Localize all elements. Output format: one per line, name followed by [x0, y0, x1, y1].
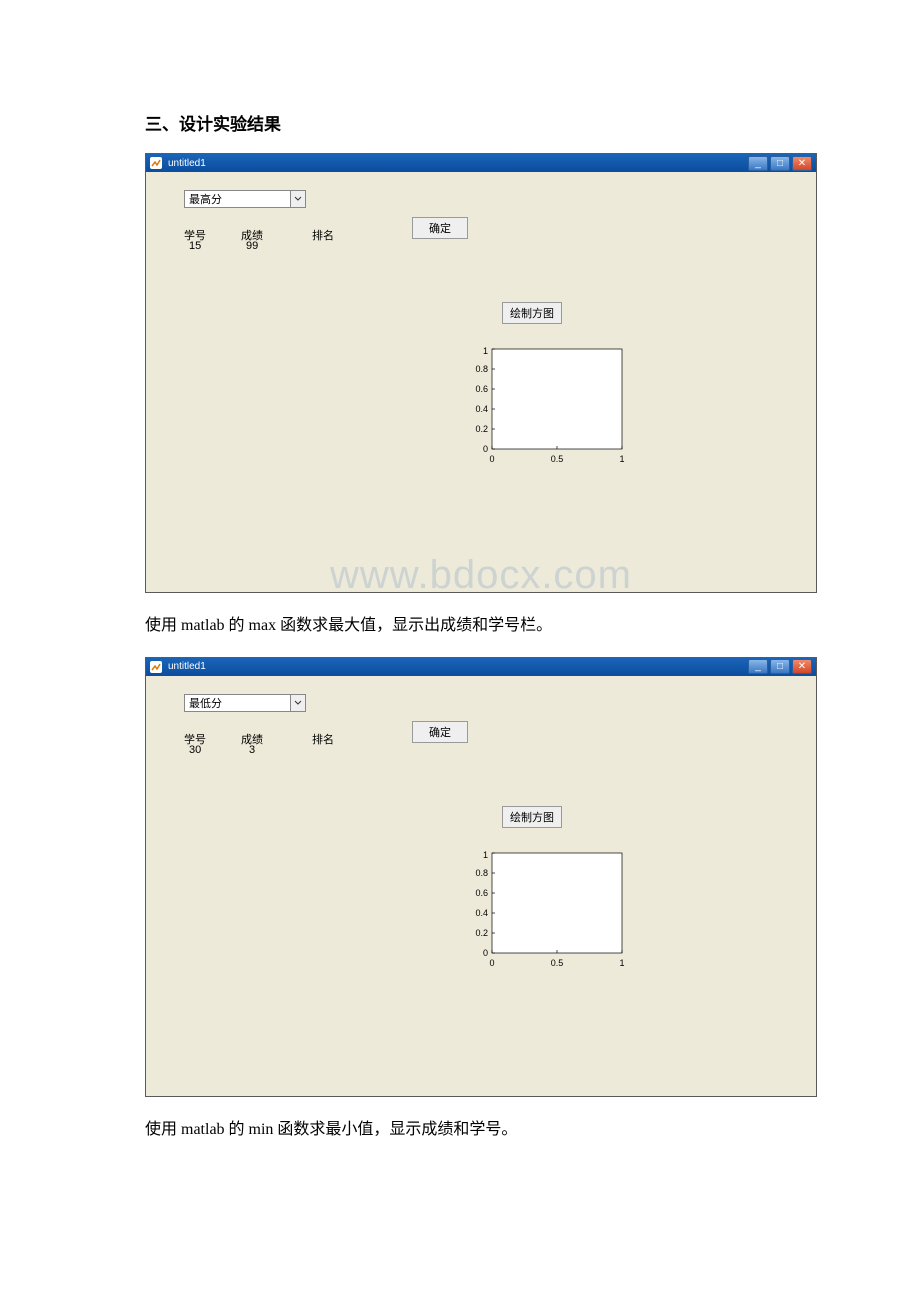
stat-select-dropdown[interactable]: 最高分 — [184, 190, 306, 208]
svg-text:1: 1 — [619, 454, 624, 464]
svg-text:1: 1 — [483, 346, 488, 356]
svg-text:1: 1 — [483, 850, 488, 860]
dropdown-value: 最高分 — [189, 191, 222, 207]
titlebar: untitled1 _ □ ✕ — [146, 658, 816, 676]
caption-2: 使用 matlab 的 min 函数求最小值，显示成绩和学号。 — [145, 1117, 775, 1143]
axes-plot: 0 0.2 0.4 0.6 0.8 1 — [462, 848, 642, 978]
axes-plot: 0 0.2 0.4 0.6 0.8 1 — [462, 344, 642, 474]
label-rank: 排名 — [312, 227, 334, 243]
matlab-icon — [150, 661, 162, 673]
value-student-id: 30 — [189, 744, 201, 756]
plot-button[interactable]: 绘制方图 — [502, 302, 562, 324]
svg-text:0.4: 0.4 — [475, 404, 488, 414]
svg-text:0.8: 0.8 — [475, 364, 488, 374]
svg-text:0.5: 0.5 — [551, 454, 564, 464]
caption-1: 使用 matlab 的 max 函数求最大值，显示出成绩和学号栏。 — [145, 613, 775, 639]
svg-text:0.6: 0.6 — [475, 384, 488, 394]
window-title: untitled1 — [168, 158, 206, 169]
stat-select-dropdown[interactable]: 最低分 — [184, 694, 306, 712]
value-student-id: 15 — [189, 240, 201, 252]
dropdown-value: 最低分 — [189, 695, 222, 711]
svg-text:0: 0 — [489, 454, 494, 464]
plot-button[interactable]: 绘制方图 — [502, 806, 562, 828]
maximize-button[interactable]: □ — [770, 156, 790, 171]
matlab-figure-window-2: untitled1 _ □ ✕ 最低分 学号 30 成绩 3 排名 确定 绘制方… — [145, 657, 817, 1097]
svg-text:0.4: 0.4 — [475, 908, 488, 918]
svg-text:0.6: 0.6 — [475, 888, 488, 898]
svg-text:1: 1 — [619, 958, 624, 968]
dropdown-arrow-icon[interactable] — [290, 695, 305, 711]
dropdown-arrow-icon[interactable] — [290, 191, 305, 207]
titlebar: untitled1 _ □ ✕ — [146, 154, 816, 172]
value-score: 99 — [246, 240, 258, 252]
value-score: 3 — [249, 744, 255, 756]
section-title: 三、设计实验结果 — [145, 110, 775, 135]
svg-text:0.8: 0.8 — [475, 868, 488, 878]
svg-text:0.2: 0.2 — [475, 928, 488, 938]
svg-text:0: 0 — [483, 948, 488, 958]
matlab-figure-window-1: untitled1 _ □ ✕ 最高分 学号 15 成绩 99 排名 确定 绘制… — [145, 153, 817, 593]
minimize-button[interactable]: _ — [748, 156, 768, 171]
window-title: untitled1 — [168, 661, 206, 672]
svg-text:0: 0 — [489, 958, 494, 968]
svg-text:0: 0 — [483, 444, 488, 454]
maximize-button[interactable]: □ — [770, 659, 790, 674]
matlab-icon — [150, 157, 162, 169]
svg-text:0.2: 0.2 — [475, 424, 488, 434]
close-button[interactable]: ✕ — [792, 659, 812, 674]
ok-button[interactable]: 确定 — [412, 217, 468, 239]
close-button[interactable]: ✕ — [792, 156, 812, 171]
ok-button[interactable]: 确定 — [412, 721, 468, 743]
minimize-button[interactable]: _ — [748, 659, 768, 674]
label-rank: 排名 — [312, 731, 334, 747]
svg-text:0.5: 0.5 — [551, 958, 564, 968]
